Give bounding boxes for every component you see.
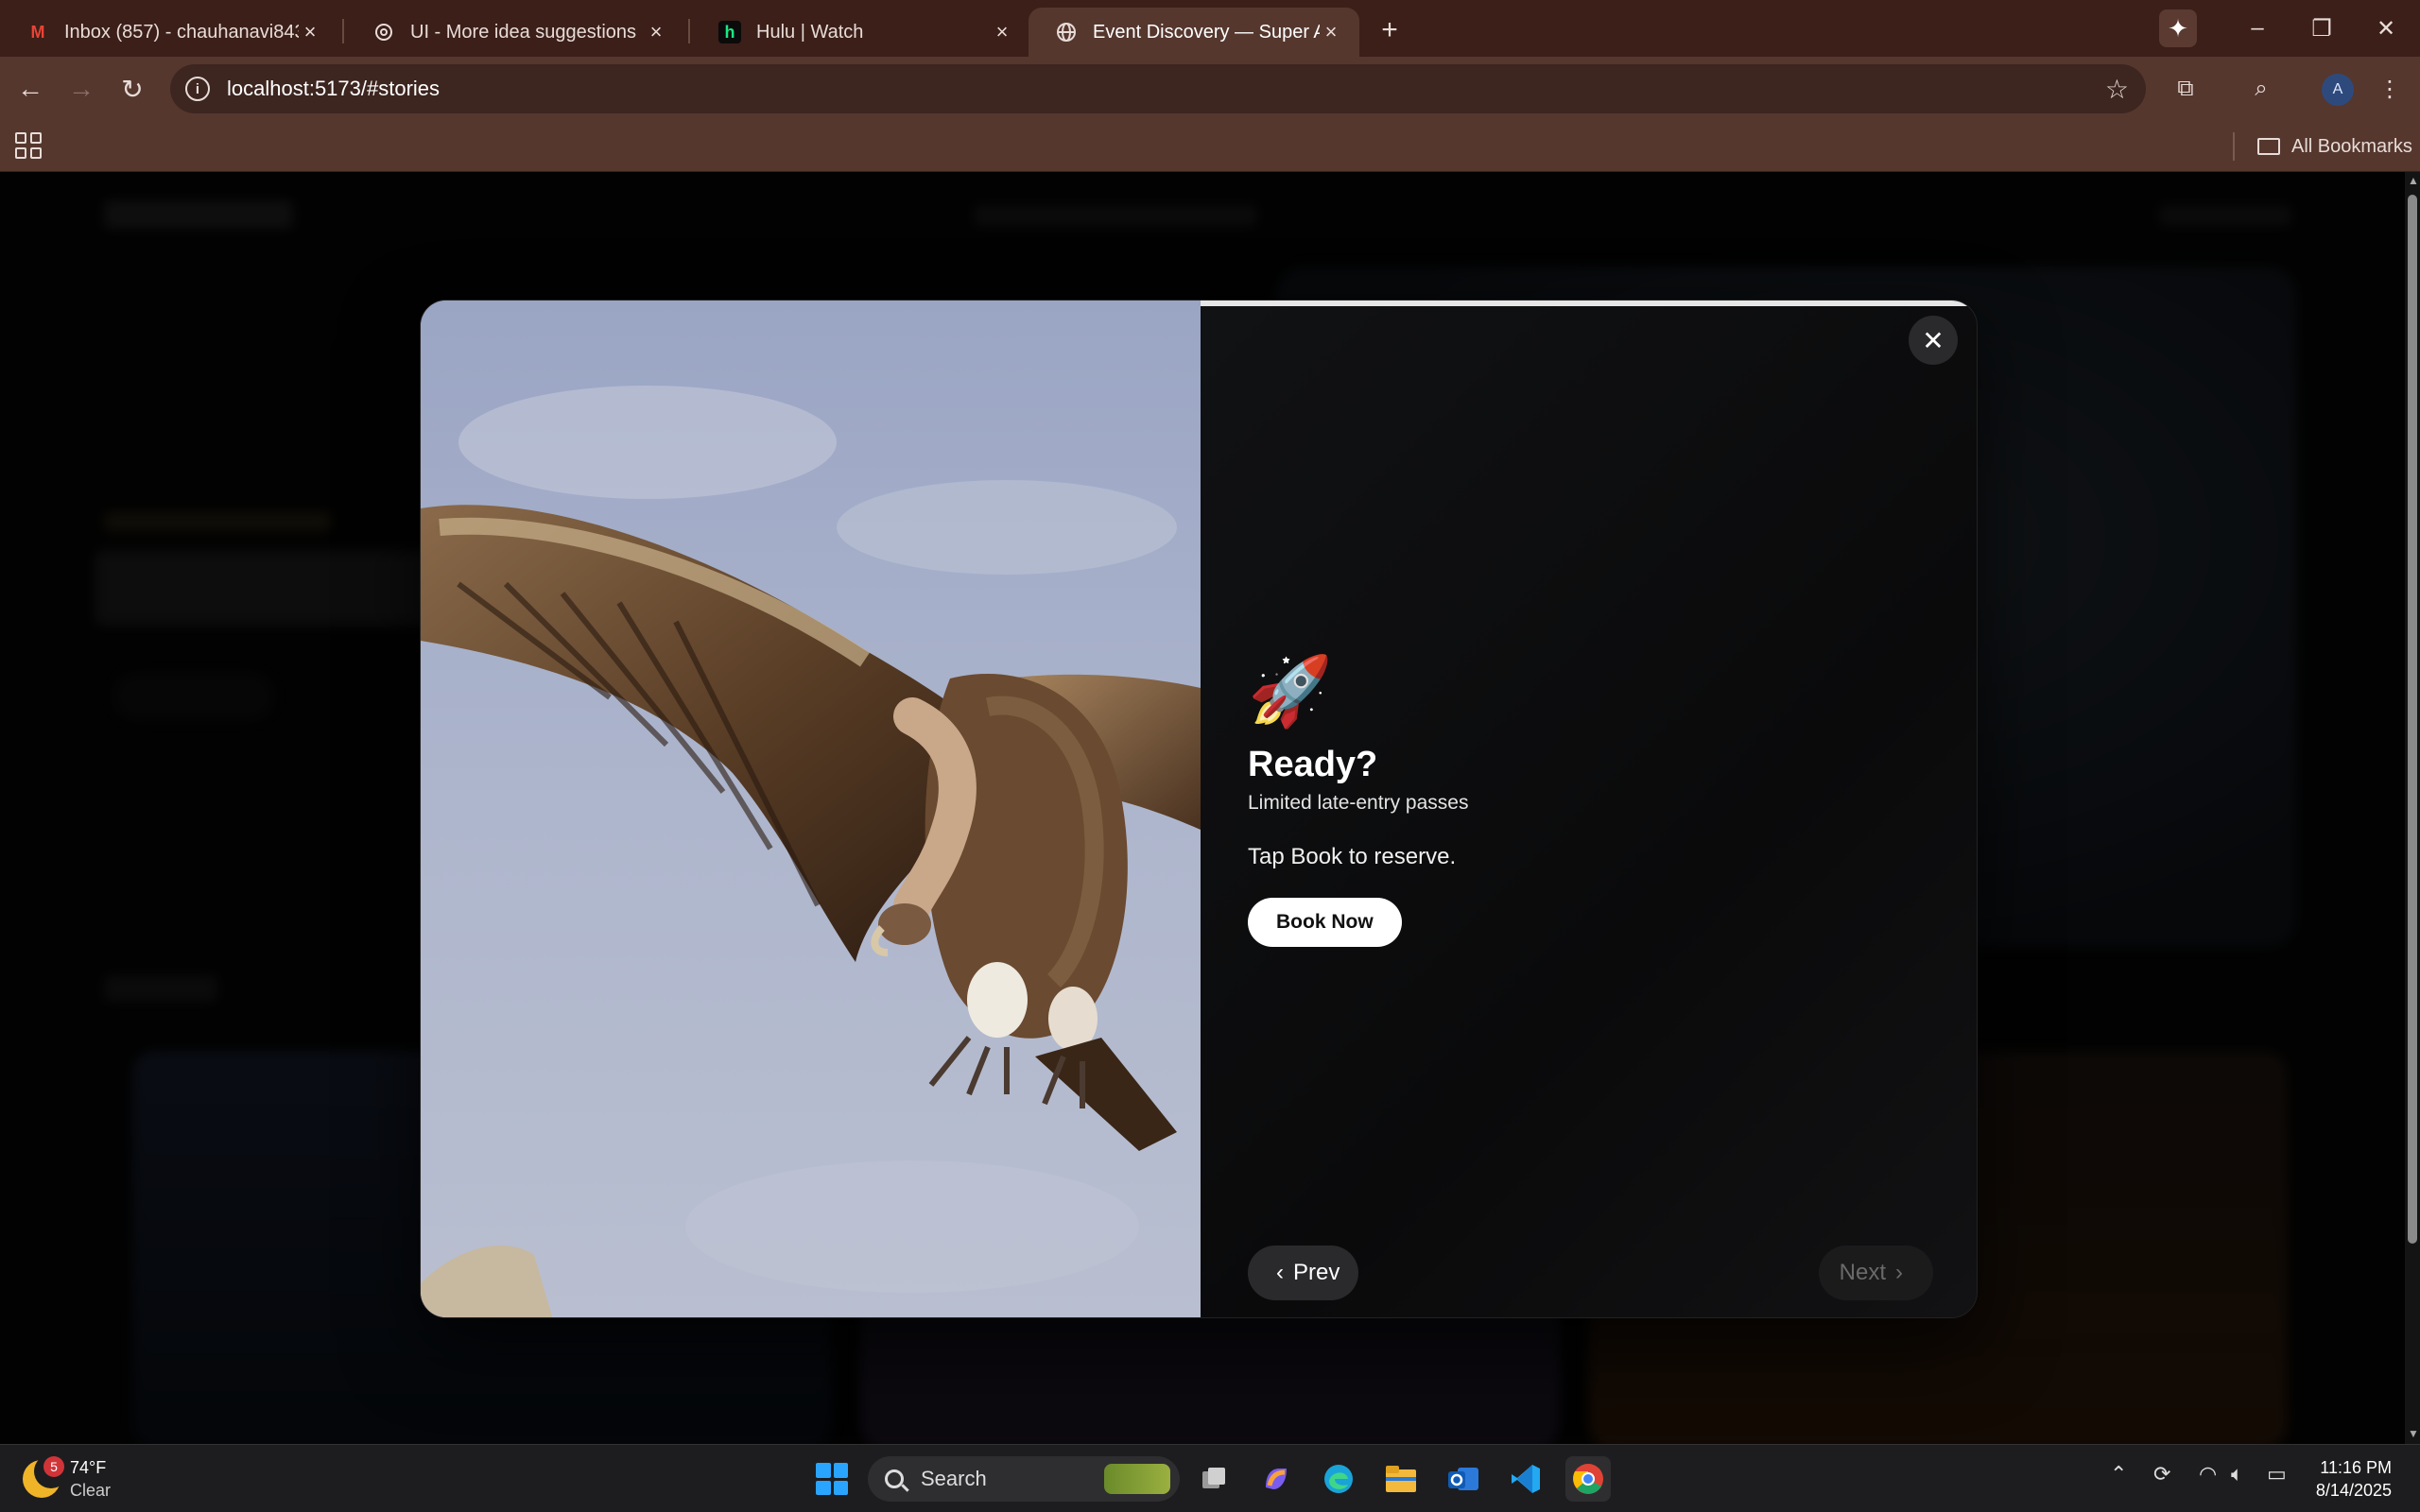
chevron-right-icon: › — [1895, 1260, 1903, 1285]
scroll-up-arrow-icon[interactable]: ▲ — [2408, 175, 2419, 186]
close-icon: ✕ — [1922, 325, 1945, 355]
search-icon — [885, 1469, 904, 1488]
hulu-icon: h — [718, 21, 741, 43]
clock-date: 8/14/2025 — [2315, 1481, 2392, 1500]
profile-avatar[interactable]: A — [2322, 74, 2354, 106]
weather-badge: 5 — [43, 1456, 64, 1477]
minimize-button[interactable]: – — [2238, 9, 2276, 47]
story-title: Ready? — [1248, 745, 1378, 784]
weather-widget[interactable]: 5 74°F Clear — [23, 1454, 112, 1502]
bookmarks-bar: All Bookmarks — [0, 121, 2420, 172]
tab-title: Inbox (857) - chauhanavi843@g — [64, 21, 299, 43]
tab-event-discovery[interactable]: Event Discovery — Super App × — [1028, 8, 1359, 57]
all-bookmarks-button[interactable]: All Bookmarks — [2257, 132, 2412, 161]
next-button[interactable]: Next › — [1818, 1246, 1933, 1300]
close-tab-icon[interactable]: × — [991, 20, 1013, 43]
menu-kebab-icon[interactable]: ⋮ — [2371, 70, 2409, 108]
clock-time: 11:16 PM — [2320, 1458, 2392, 1477]
edge-icon[interactable] — [1316, 1456, 1361, 1502]
task-view-icon[interactable] — [1191, 1456, 1236, 1502]
next-label: Next — [1839, 1260, 1886, 1285]
story-body: Tap Book to reserve. — [1248, 844, 1457, 869]
weather-condition: Clear — [70, 1481, 112, 1500]
bookmarks-separator — [2233, 132, 2235, 161]
weather-temp: 74°F — [70, 1458, 107, 1477]
openai-icon — [372, 21, 395, 43]
prev-button[interactable]: ‹ Prev — [1248, 1246, 1359, 1300]
vscode-icon[interactable] — [1503, 1456, 1548, 1502]
bookmark-star-icon[interactable]: ☆ — [2105, 74, 2129, 105]
search-placeholder: Search — [921, 1467, 987, 1490]
vulture-illustration — [421, 301, 1201, 1317]
chevron-left-icon: ‹ — [1276, 1260, 1284, 1285]
extensions-icon[interactable]: ⧉ — [2167, 70, 2204, 108]
site-info-icon[interactable]: i — [185, 77, 210, 101]
apps-grid-icon[interactable] — [15, 132, 42, 159]
search-tabs-icon[interactable]: ⌕ — [2242, 70, 2280, 108]
browser-toolbar: ← → ↻ i localhost:5173/#stories ☆ ⧉ ⌕ A … — [0, 57, 2420, 121]
sync-icon[interactable]: ⟳ — [2153, 1462, 2170, 1486]
search-highlight-image — [1104, 1464, 1170, 1494]
volume-icon[interactable]: 🔈︎ — [2231, 1462, 2243, 1486]
windows-logo-icon — [816, 1463, 848, 1495]
back-arrow-icon[interactable]: ← — [11, 70, 49, 108]
all-bookmarks-label: All Bookmarks — [2291, 135, 2412, 157]
outlook-icon[interactable] — [1441, 1456, 1486, 1502]
tab-title: Hulu | Watch — [756, 21, 864, 43]
restore-button[interactable]: ❐ — [2303, 9, 2341, 47]
forward-arrow-icon[interactable]: → — [62, 70, 100, 108]
tab-gmail[interactable]: M Inbox (857) - chauhanavi843@g × — [0, 8, 338, 57]
system-clock[interactable]: 11:16 PM 8/14/2025 — [2316, 1456, 2392, 1502]
copilot-icon[interactable] — [1253, 1456, 1299, 1502]
chrome-icon[interactable] — [1565, 1456, 1611, 1502]
file-explorer-icon[interactable] — [1378, 1456, 1424, 1502]
page-scrollbar[interactable]: ▲ ▼ — [2405, 172, 2420, 1444]
tab-separator — [342, 19, 344, 43]
tab-strip: M Inbox (857) - chauhanavi843@g × UI - M… — [0, 0, 2420, 57]
tab-title: UI - More idea suggestions — [410, 21, 637, 43]
tab-hulu[interactable]: h Hulu | Watch × — [692, 8, 1030, 57]
scroll-thumb[interactable] — [2408, 195, 2417, 1244]
battery-icon[interactable]: ▭ — [2267, 1462, 2287, 1486]
gmail-icon: M — [30, 22, 45, 42]
url-text[interactable]: localhost:5173/#stories — [227, 77, 440, 101]
new-tab-button[interactable]: + — [1373, 13, 1407, 47]
reload-icon[interactable]: ↻ — [113, 70, 151, 108]
story-progress-bar — [1201, 301, 1977, 306]
taskbar: 5 74°F Clear Search ⌃ ⟳ ◠ 🔈︎ ▭ 11:16 PM — [0, 1444, 2420, 1512]
close-tab-icon[interactable]: × — [645, 20, 667, 43]
close-tab-icon[interactable]: × — [1320, 20, 1342, 43]
story-content-panel: ✕ 🚀 Ready? Limited late-entry passes Tap… — [1201, 301, 1977, 1317]
gemini-icon[interactable]: ✦ — [2159, 9, 2197, 47]
taskbar-search[interactable]: Search — [868, 1456, 1180, 1502]
show-hidden-icons-chevron-icon[interactable]: ⌃ — [2110, 1462, 2127, 1486]
tab-chatgpt[interactable]: UI - More idea suggestions × — [346, 8, 684, 57]
address-bar[interactable]: i localhost:5173/#stories ☆ — [170, 64, 2146, 113]
scroll-down-arrow-icon[interactable]: ▼ — [2408, 1428, 2419, 1439]
story-subtitle: Limited late-entry passes — [1248, 792, 1469, 814]
close-tab-icon[interactable]: × — [299, 20, 321, 43]
page-viewport: ✕ 🚀 Ready? Limited late-entry passes Tap… — [0, 172, 2405, 1444]
wifi-icon[interactable]: ◠ — [2199, 1462, 2217, 1486]
tab-separator — [688, 19, 690, 43]
tab-title: Event Discovery — Super App — [1093, 21, 1320, 43]
start-button[interactable] — [809, 1456, 855, 1502]
close-window-button[interactable]: ✕ — [2367, 9, 2405, 47]
prev-label: Prev — [1293, 1260, 1340, 1285]
book-now-button[interactable]: Book Now — [1248, 898, 1402, 947]
story-image — [421, 301, 1201, 1317]
folder-icon — [2257, 138, 2280, 155]
close-story-button[interactable]: ✕ — [1909, 316, 1958, 365]
rocket-icon: 🚀 — [1248, 654, 1333, 730]
globe-icon — [1055, 21, 1078, 43]
story-modal: ✕ 🚀 Ready? Limited late-entry passes Tap… — [420, 300, 1978, 1318]
